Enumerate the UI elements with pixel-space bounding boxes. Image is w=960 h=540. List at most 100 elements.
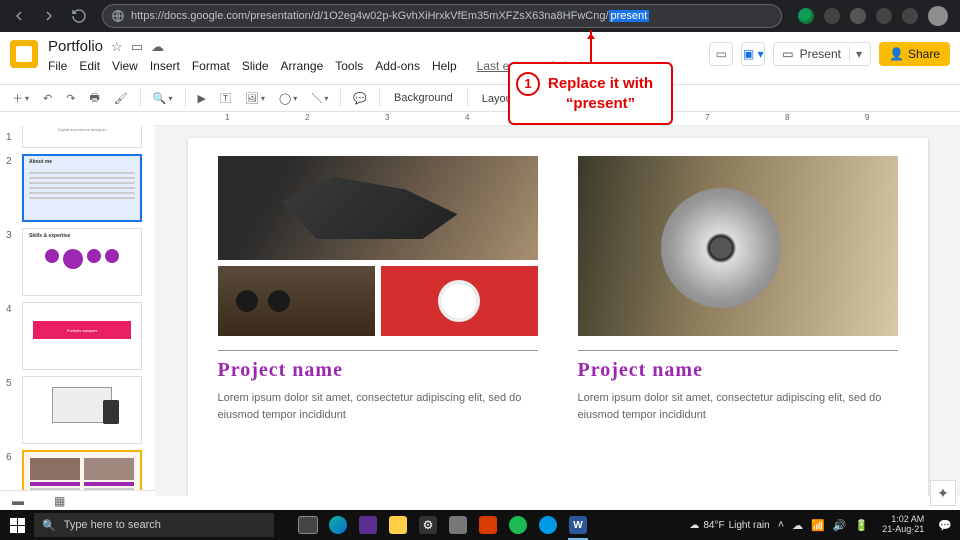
extension-icon[interactable] (850, 8, 866, 24)
onedrive-icon[interactable]: ☁ (792, 519, 803, 532)
site-info-icon[interactable] (111, 9, 125, 23)
print-button[interactable]: 🖶 (85, 87, 103, 110)
slides-logo-icon[interactable] (10, 40, 38, 68)
slide-thumbnail-panel[interactable]: 1 Digital experience designer 2 About me… (0, 126, 155, 496)
present-icon: ▭ (782, 47, 793, 61)
address-bar[interactable]: https://docs.google.com/presentation/d/1… (102, 4, 782, 28)
search-placeholder: Type here to search (64, 519, 161, 531)
forward-button[interactable] (36, 3, 62, 29)
present-button[interactable]: ▭ Present ▾ (773, 42, 871, 66)
comments-button[interactable]: ▭ (709, 42, 733, 66)
project-image-main[interactable] (218, 156, 538, 260)
move-icon[interactable]: ▭ (131, 39, 143, 55)
thumbnail-panel-footer: ▬ ▦ (0, 490, 155, 510)
image-tool[interactable]: 🖼▾ (241, 90, 269, 107)
comment-tool[interactable]: 💬 (349, 90, 371, 107)
slide-thumbnail[interactable]: About me (22, 154, 142, 222)
office-icon[interactable] (474, 510, 502, 540)
taskbar-clock[interactable]: 1:02 AM 21-Aug-21 (876, 515, 930, 535)
word-icon[interactable]: W (564, 510, 592, 540)
share-button[interactable]: 👤 Share (879, 42, 950, 66)
menu-file[interactable]: File (48, 59, 67, 73)
menu-tools[interactable]: Tools (335, 59, 363, 73)
separator (379, 89, 380, 107)
separator (467, 89, 468, 107)
textbox-tool[interactable]: 🅃 (216, 88, 235, 108)
menu-edit[interactable]: Edit (79, 59, 100, 73)
back-button[interactable] (6, 3, 32, 29)
app-icon[interactable] (534, 510, 562, 540)
spotify-icon[interactable] (504, 510, 532, 540)
file-explorer-icon[interactable] (384, 510, 412, 540)
project-description[interactable]: Lorem ipsum dolor sit amet, consectetur … (218, 390, 538, 423)
project-image-speaker[interactable] (578, 156, 898, 336)
profile-avatar[interactable] (928, 6, 948, 26)
zoom-button[interactable]: 🔍▾ (149, 90, 177, 107)
filmstrip-view-icon[interactable]: ▬ (12, 494, 24, 508)
settings-icon[interactable]: ⚙ (414, 510, 442, 540)
grid-view-icon[interactable]: ▦ (54, 494, 63, 508)
separator (140, 89, 141, 107)
slide-thumbnail[interactable]: Digital experience designer (22, 126, 142, 148)
wifi-icon[interactable]: 📶 (811, 519, 825, 532)
edge-icon[interactable] (324, 510, 352, 540)
annotation-callout: 1 Replace it with “present” (508, 62, 673, 125)
annotation-text-line2: “present” (548, 94, 653, 114)
store-icon[interactable] (444, 510, 472, 540)
clock-date: 21-Aug-21 (882, 525, 924, 535)
project-column-right: Project name Lorem ipsum dolor sit amet,… (578, 156, 898, 496)
meet-button[interactable]: ▣ ▾ (741, 42, 765, 66)
browser-chrome: https://docs.google.com/presentation/d/1… (0, 0, 960, 32)
extension-icon[interactable] (902, 8, 918, 24)
separator (340, 89, 341, 107)
weather-widget[interactable]: ☁ 84°F Light rain (689, 520, 769, 531)
start-button[interactable] (0, 510, 34, 540)
task-view-icon[interactable] (294, 510, 322, 540)
menu-view[interactable]: View (112, 59, 138, 73)
menu-addons[interactable]: Add-ons (375, 59, 420, 73)
background-button[interactable]: Background (388, 90, 459, 106)
menu-help[interactable]: Help (432, 59, 457, 73)
project-title[interactable]: Project name (578, 359, 898, 382)
project-title[interactable]: Project name (218, 359, 538, 382)
slide-thumbnail[interactable] (22, 376, 142, 444)
battery-icon[interactable]: 🔋 (855, 519, 869, 532)
reload-button[interactable] (66, 3, 92, 29)
slide-thumbnail[interactable]: Skills & expertise (22, 228, 142, 296)
tray-chevron-icon[interactable]: ˄ (778, 519, 784, 531)
explore-button[interactable]: ✦ (930, 480, 956, 506)
line-tool[interactable]: ＼▾ (307, 88, 332, 108)
slide-canvas[interactable]: Project name Lorem ipsum dolor sit amet,… (188, 138, 928, 496)
extensions-menu-icon[interactable] (876, 8, 892, 24)
document-title[interactable]: Portfolio (48, 38, 103, 55)
shape-tool[interactable]: ◯▾ (275, 90, 301, 107)
menu-insert[interactable]: Insert (150, 59, 180, 73)
taskbar-search[interactable]: 🔍 Type here to search (34, 513, 274, 537)
undo-button[interactable]: ↶ (39, 90, 56, 107)
project-image-coffee[interactable] (381, 266, 538, 336)
present-options-caret[interactable]: ▾ (849, 47, 862, 61)
menu-format[interactable]: Format (192, 59, 230, 73)
system-tray: ☁ 84°F Light rain ˄ ☁ 📶 🔊 🔋 1:02 AM 21-A… (681, 515, 960, 535)
star-icon[interactable]: ☆ (111, 39, 123, 55)
new-slide-button[interactable]: ＋▾ (8, 88, 33, 108)
slide-canvas-area[interactable]: Project name Lorem ipsum dolor sit amet,… (155, 126, 960, 496)
editor-body: 1 Digital experience designer 2 About me… (0, 126, 960, 496)
taskbar-apps: ⚙ W (294, 510, 592, 540)
paint-format-button[interactable]: 🖌 (110, 90, 132, 107)
menu-slide[interactable]: Slide (242, 59, 269, 73)
project-image-camera[interactable] (218, 266, 375, 336)
volume-icon[interactable]: 🔊 (833, 519, 847, 532)
project-description[interactable]: Lorem ipsum dolor sit amet, consectetur … (578, 390, 898, 423)
cloud-status-icon[interactable]: ☁ (151, 39, 164, 55)
menu-arrange[interactable]: Arrange (281, 59, 324, 73)
share-person-icon: 👤 (889, 47, 904, 61)
select-tool[interactable]: ▶ (194, 90, 210, 107)
toolbar: ＋▾ ↶ ↷ 🖶 🖌 🔍▾ ▶ 🅃 🖼▾ ◯▾ ＼▾ 💬 Background … (0, 84, 960, 112)
slide-thumbnail[interactable]: Portfolio samples (22, 302, 142, 370)
notifications-icon[interactable]: 💬 (938, 519, 952, 532)
redo-button[interactable]: ↷ (62, 90, 79, 107)
extension-icon[interactable] (798, 8, 814, 24)
app-icon[interactable] (354, 510, 382, 540)
extension-icon[interactable] (824, 8, 840, 24)
